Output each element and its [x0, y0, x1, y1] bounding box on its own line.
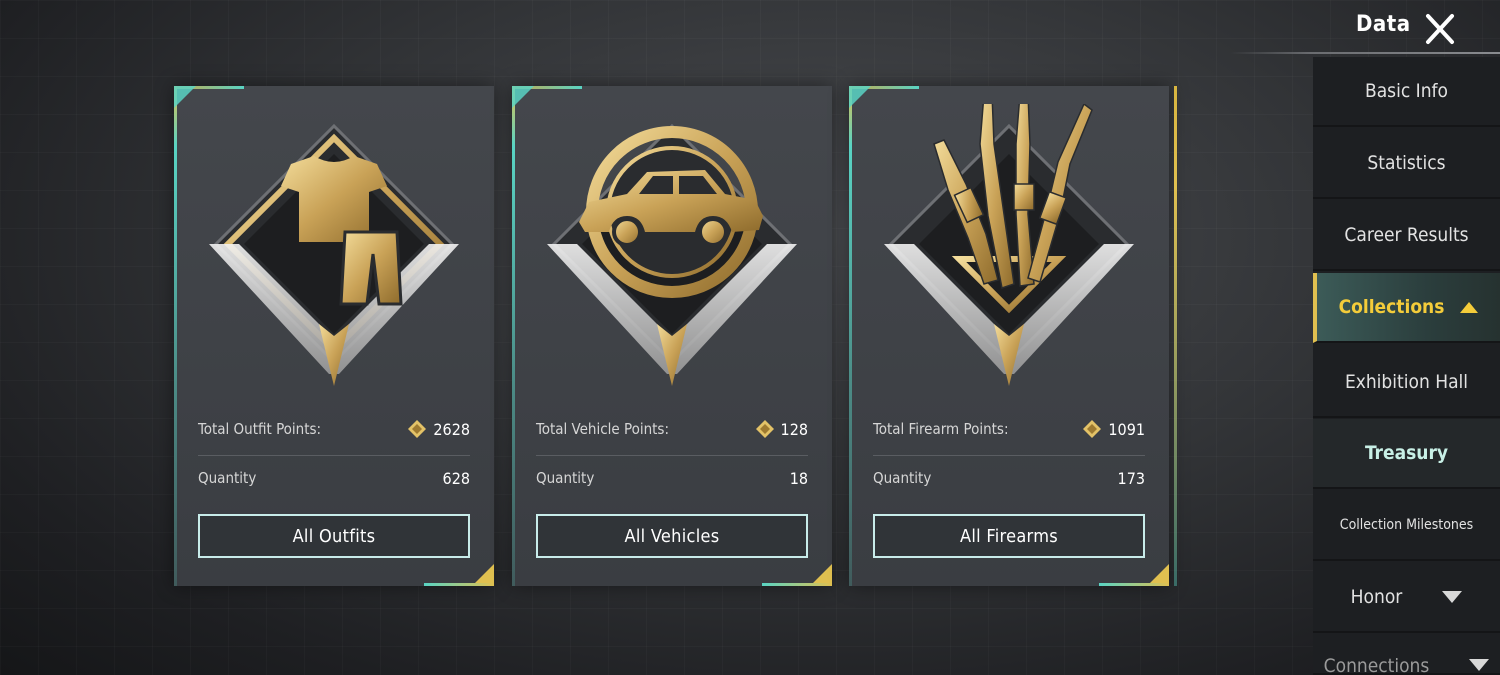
sidebar-item-label: Connections — [1323, 655, 1430, 675]
sidebar-item-treasury[interactable]: Treasury — [1313, 419, 1500, 489]
sidebar-item-label: Exhibition Hall — [1344, 371, 1469, 393]
quantity-value: 628 — [442, 468, 470, 488]
card-corner — [1147, 564, 1169, 586]
card-edge — [512, 86, 515, 586]
sidebar-item-label: Treasury — [1364, 442, 1449, 464]
sidebar-item-label: Collection Milestones — [1339, 517, 1474, 533]
firearm-collection-card: Total Firearm Points: 1091 Quantity 173 … — [849, 86, 1177, 586]
sidebar-item-collection-milestones[interactable]: Collection Milestones — [1313, 491, 1500, 561]
all-vehicles-button[interactable]: All Vehicles — [536, 514, 808, 558]
points-row: Total Outfit Points: 2628 — [198, 414, 470, 444]
chevron-up-icon — [1460, 301, 1479, 313]
points-label: Total Vehicle Points: — [536, 420, 670, 438]
sidebar-menu: Basic Info Statistics Career Results Col… — [1313, 57, 1500, 675]
points-row: Total Firearm Points: 1091 — [873, 414, 1145, 444]
row-divider — [873, 455, 1145, 456]
chevron-down-icon — [1469, 659, 1490, 671]
row-divider — [536, 455, 808, 456]
quantity-label: Quantity — [536, 469, 595, 487]
all-outfits-button[interactable]: All Outfits — [198, 514, 470, 558]
sidebar-item-label: Honor — [1350, 586, 1403, 608]
firearm-emblem-icon — [864, 93, 1154, 394]
close-icon — [1426, 14, 1454, 44]
outfit-emblem-icon — [189, 104, 479, 394]
quantity-label: Quantity — [198, 469, 257, 487]
sidebar-item-label: Statistics — [1367, 152, 1446, 174]
outfit-collection-card: Total Outfit Points: 2628 Quantity 628 A… — [174, 86, 494, 586]
points-number: 128 — [780, 419, 808, 439]
points-row: Total Vehicle Points: 128 — [536, 414, 808, 444]
sidebar-item-connections[interactable]: Connections — [1313, 635, 1500, 675]
quantity-value: 18 — [789, 468, 808, 488]
card-edge — [1174, 86, 1177, 586]
points-icon — [407, 419, 427, 439]
points-icon — [1082, 419, 1102, 439]
row-divider — [198, 455, 470, 456]
points-label: Total Firearm Points: — [873, 420, 1009, 438]
sidebar-item-collections[interactable]: Collections — [1313, 273, 1500, 343]
points-icon — [755, 419, 775, 439]
card-corner — [810, 564, 832, 586]
vehicle-collection-card: Total Vehicle Points: 128 Quantity 18 Al… — [512, 86, 832, 586]
card-edge — [849, 86, 852, 586]
sidebar-item-label: Basic Info — [1364, 80, 1449, 102]
quantity-row: Quantity 628 — [198, 463, 470, 493]
sidebar-item-label: Collections — [1338, 296, 1445, 318]
points-number: 1091 — [1108, 419, 1145, 439]
card-edge — [174, 86, 177, 586]
header-divider — [1230, 52, 1500, 54]
card-corner — [472, 564, 494, 586]
points-label: Total Outfit Points: — [198, 420, 322, 438]
sidebar-item-career-results[interactable]: Career Results — [1313, 201, 1500, 271]
sidebar-item-label: Career Results — [1344, 224, 1469, 246]
quantity-label: Quantity — [873, 469, 932, 487]
vehicle-emblem-icon — [527, 104, 817, 394]
quantity-value: 173 — [1117, 468, 1145, 488]
sidebar-item-exhibition-hall[interactable]: Exhibition Hall — [1313, 348, 1500, 418]
sidebar-item-statistics[interactable]: Statistics — [1313, 129, 1500, 199]
points-value: 1091 — [1082, 419, 1145, 439]
close-button[interactable] — [1420, 10, 1460, 50]
points-number: 2628 — [433, 419, 470, 439]
sidebar-item-honor[interactable]: Honor — [1313, 563, 1500, 633]
quantity-row: Quantity 173 — [873, 463, 1145, 493]
page-title: Data — [1356, 12, 1411, 37]
chevron-down-icon — [1442, 591, 1463, 603]
quantity-row: Quantity 18 — [536, 463, 808, 493]
all-firearms-button[interactable]: All Firearms — [873, 514, 1145, 558]
points-value: 128 — [755, 419, 808, 439]
sidebar-item-basic-info[interactable]: Basic Info — [1313, 57, 1500, 127]
points-value: 2628 — [407, 419, 470, 439]
